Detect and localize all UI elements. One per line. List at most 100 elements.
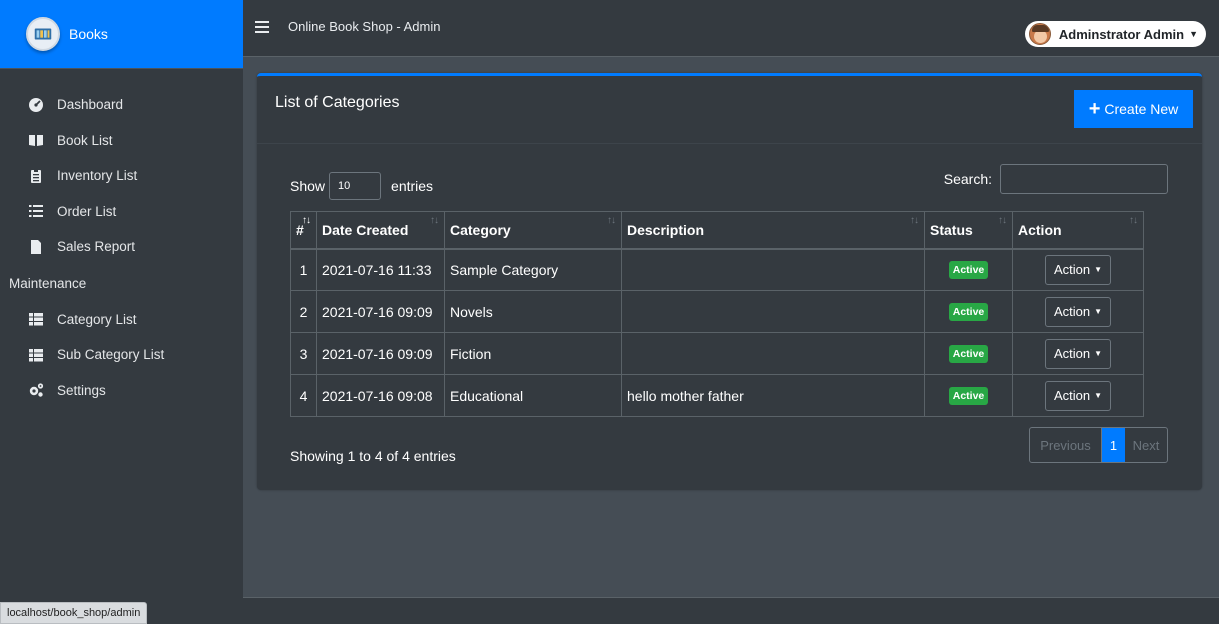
sidebar-item-sub-category-list[interactable]: Sub Category List xyxy=(0,337,243,373)
table-row: 1 2021-07-16 11:33 Sample Category Activ… xyxy=(290,248,1144,291)
file-icon xyxy=(26,239,46,255)
sidebar-item-label: Settings xyxy=(57,382,106,398)
table-row: 3 2021-07-16 09:09 Fiction Active Action… xyxy=(290,332,1144,375)
table-info: Showing 1 to 4 of 4 entries xyxy=(290,448,456,464)
header-label: Date Created xyxy=(322,221,409,238)
sidebar-item-book-list[interactable]: Book List xyxy=(0,123,243,159)
cell-number: 2 xyxy=(290,290,317,333)
sidebar-item-order-list[interactable]: Order List xyxy=(0,194,243,230)
caret-down-icon: ▼ xyxy=(1094,265,1103,275)
sidebar-item-category-list[interactable]: Category List xyxy=(0,302,243,338)
brand-link[interactable]: Books xyxy=(0,0,243,69)
action-dropdown-button[interactable]: Action ▼ xyxy=(1045,296,1111,327)
clipboard-list-icon xyxy=(26,168,46,184)
pagination-previous[interactable]: Previous xyxy=(1030,428,1102,462)
status-badge: Active xyxy=(948,303,989,321)
pagination-page-1[interactable]: 1 xyxy=(1102,428,1125,462)
cell-category: Sample Category xyxy=(444,248,622,291)
sidebar-item-label: Inventory List xyxy=(57,168,138,184)
table-row: 2 2021-07-16 09:09 Novels Active Action ▼ xyxy=(290,290,1144,333)
dashboard-icon xyxy=(26,97,46,113)
page-title: List of Categories xyxy=(275,94,400,111)
sidebar-item-sales-report[interactable]: Sales Report xyxy=(0,229,243,265)
action-dropdown-button[interactable]: Action ▼ xyxy=(1045,254,1111,285)
sidebar-item-label: Dashboard xyxy=(57,97,124,113)
column-header-category[interactable]: Category ↑↓ xyxy=(444,211,622,250)
book-open-icon xyxy=(26,132,46,148)
search-input[interactable] xyxy=(1000,164,1168,194)
create-new-button[interactable]: + Create New xyxy=(1074,90,1193,128)
cell-description xyxy=(621,248,925,291)
main-content: List of Categories + Create New Show 10 … xyxy=(243,57,1219,624)
column-header-description[interactable]: Description ↑↓ xyxy=(621,211,925,250)
cell-category: Educational xyxy=(444,374,622,417)
user-menu-button[interactable]: Adminstrator Admin ▼ xyxy=(1024,21,1206,47)
sort-icon: ↑↓ xyxy=(607,215,616,226)
hamburger-menu-icon[interactable] xyxy=(255,21,269,35)
action-label: Action xyxy=(1053,388,1091,403)
sidebar-item-inventory-list[interactable]: Inventory List xyxy=(0,158,243,194)
show-label: Show xyxy=(290,178,326,194)
column-header-number[interactable]: # ↑↓ xyxy=(290,211,317,250)
sidebar-item-dashboard[interactable]: Dashboard xyxy=(0,87,243,123)
avatar xyxy=(1028,23,1051,45)
status-badge: Active xyxy=(948,387,989,405)
browser-status-url: localhost/book_shop/admin xyxy=(0,602,148,624)
column-header-status[interactable]: Status ↑↓ xyxy=(924,211,1013,250)
sidebar: Books Dashboard Book List Inventory List… xyxy=(0,0,246,624)
cell-category: Fiction xyxy=(444,332,622,375)
categories-table: # ↑↓ Date Created ↑↓ Category ↑↓ Descriptio… xyxy=(290,211,1144,417)
cell-action: Action ▼ xyxy=(1012,374,1144,417)
action-dropdown-button[interactable]: Action ▼ xyxy=(1045,338,1111,369)
cell-status: Active xyxy=(924,248,1013,291)
header-label: Category xyxy=(450,221,511,238)
list-icon xyxy=(26,203,46,219)
table-header-row: # ↑↓ Date Created ↑↓ Category ↑↓ Descriptio… xyxy=(290,211,1144,250)
sort-icon: ↑↓ xyxy=(1129,215,1138,226)
cell-description xyxy=(621,332,925,375)
action-label: Action xyxy=(1053,262,1091,278)
sidebar-item-label: Category List xyxy=(57,311,137,327)
sort-icon: ↑↓ xyxy=(910,215,919,226)
header-label: Description xyxy=(627,221,705,238)
status-badge: Active xyxy=(948,345,989,363)
sidebar-header-maintenance: Maintenance xyxy=(9,275,87,291)
caret-down-icon: ▼ xyxy=(1094,391,1103,400)
entries-length-control: Show 10 entries xyxy=(290,172,433,200)
sidebar-item-label: Sales Report xyxy=(57,239,136,255)
sidebar-item-settings[interactable]: Settings xyxy=(0,373,243,409)
search-label: Search: xyxy=(943,171,992,187)
caret-down-icon: ▼ xyxy=(1189,29,1198,39)
cell-date-created: 2021-07-16 09:09 xyxy=(316,290,445,333)
sort-icon: ↑↓ xyxy=(998,215,1007,226)
column-header-date-created[interactable]: Date Created ↑↓ xyxy=(316,211,445,250)
sidebar-item-label: Book List xyxy=(57,132,113,148)
sidebar-item-label: Order List xyxy=(57,203,117,219)
entries-length-select[interactable]: 10 xyxy=(329,172,382,200)
cell-action: Action ▼ xyxy=(1012,332,1144,375)
pagination-next[interactable]: Next xyxy=(1125,428,1167,462)
cell-description: hello mother father xyxy=(621,374,925,417)
column-header-action[interactable]: Action ↑↓ xyxy=(1012,211,1144,250)
cell-category: Novels xyxy=(444,290,622,333)
action-dropdown-button[interactable]: Action ▼ xyxy=(1045,380,1111,411)
cogs-icon xyxy=(26,382,46,398)
caret-down-icon: ▼ xyxy=(1094,307,1103,316)
caret-down-icon: ▼ xyxy=(1094,349,1103,358)
cell-status: Active xyxy=(924,374,1013,417)
brand-title: Books xyxy=(69,26,108,42)
pagination: Previous 1 Next xyxy=(1029,427,1168,463)
cell-date-created: 2021-07-16 09:09 xyxy=(316,332,445,375)
cell-date-created: 2021-07-16 09:08 xyxy=(316,374,445,417)
sort-icon: ↑↓ xyxy=(430,215,439,226)
create-new-label: Create New xyxy=(1104,101,1179,117)
header-label: Action xyxy=(1018,221,1062,238)
table-list-icon xyxy=(26,311,46,327)
status-badge: Active xyxy=(948,261,989,280)
cell-action: Action ▼ xyxy=(1012,248,1144,291)
brand-logo-icon xyxy=(26,17,60,51)
plus-icon: + xyxy=(1088,98,1101,120)
search-control: Search: xyxy=(944,164,1168,194)
app-title: Online Book Shop - Admin xyxy=(288,19,441,34)
sort-icon: ↑↓ xyxy=(302,215,311,226)
